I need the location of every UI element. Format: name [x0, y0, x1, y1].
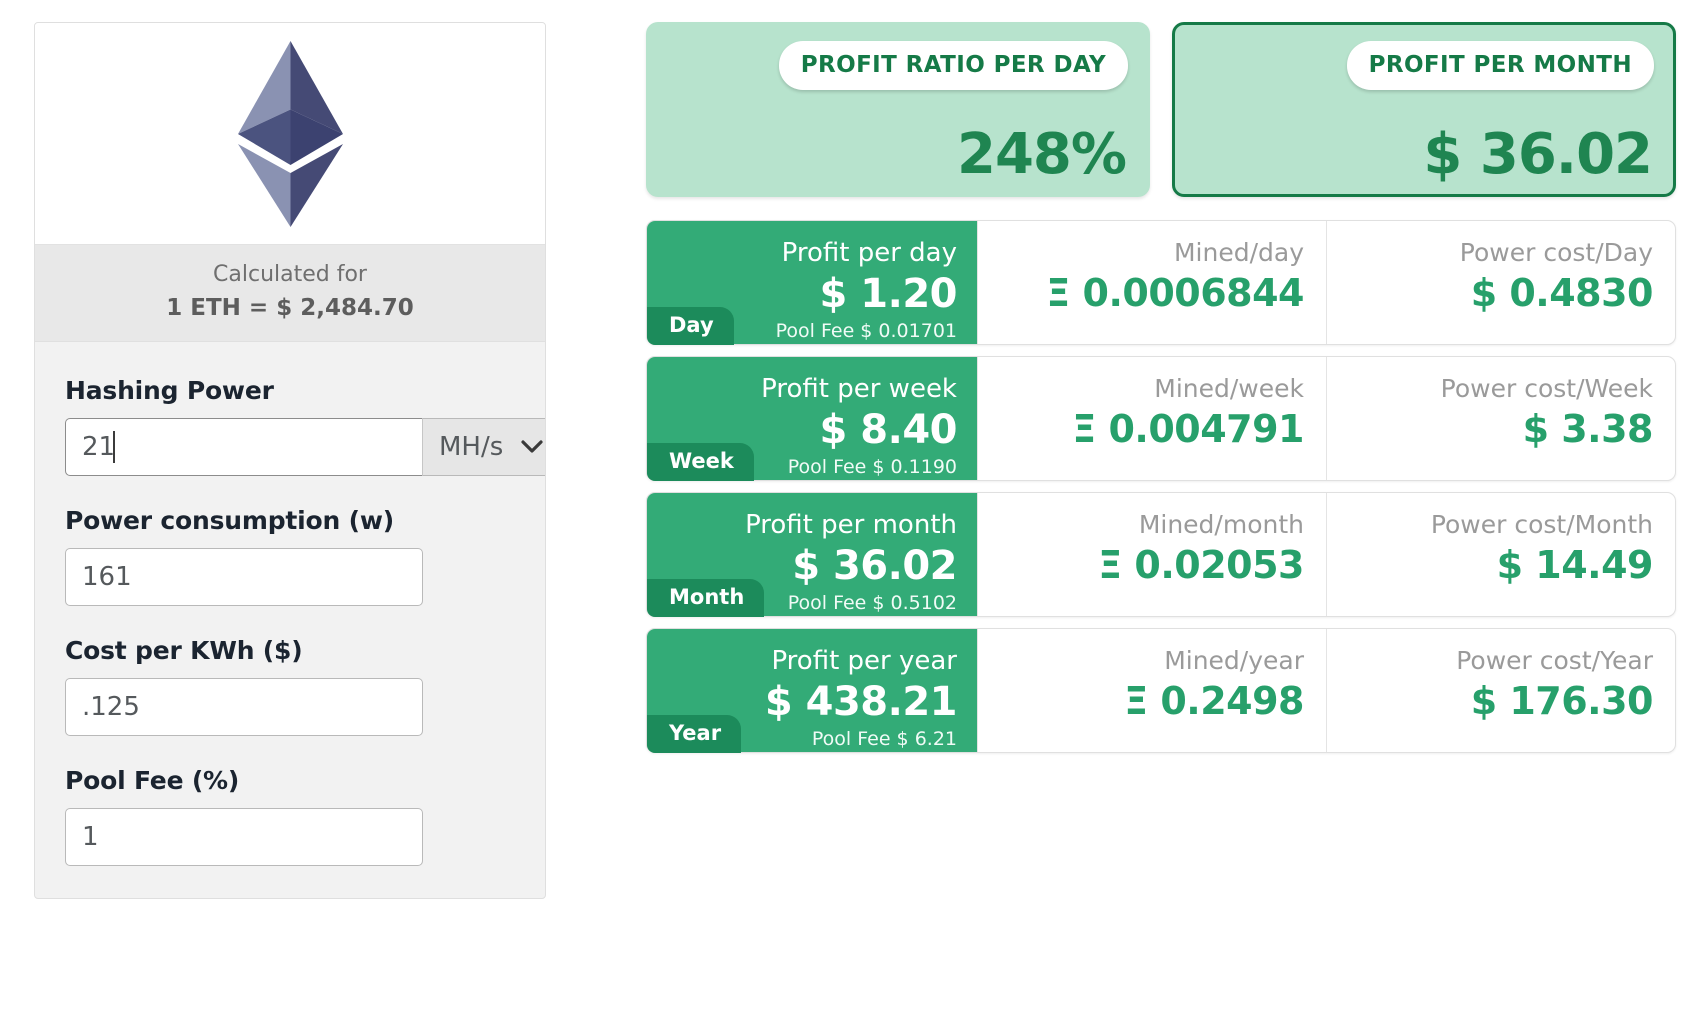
power-cost-label: Power cost/Month: [1430, 510, 1653, 539]
mined-label: Mined/day: [1173, 238, 1304, 267]
power-cost-cell: Power cost/Year $ 176.30: [1326, 629, 1675, 752]
power-cost-cell: Power cost/Day $ 0.4830: [1326, 221, 1675, 344]
profit-cell: Profit per month $ 36.02 Pool Fee $ 0.51…: [647, 493, 977, 617]
field-pool-fee: Pool Fee (%): [65, 766, 515, 866]
cost-per-kwh-input[interactable]: [65, 677, 423, 736]
hashing-power-input[interactable]: [65, 417, 422, 476]
table-row: Profit per month $ 36.02 Pool Fee $ 0.51…: [646, 492, 1676, 617]
mined-value: Ξ 0.004791: [1072, 406, 1304, 451]
text-caret: [113, 430, 115, 463]
hashing-unit-select[interactable]: MH/s: [422, 417, 545, 476]
summary-card-value: $ 36.02: [1423, 122, 1653, 187]
mined-label: Mined/year: [1164, 646, 1304, 675]
power-cost-value: $ 0.4830: [1470, 270, 1654, 315]
profit-label: Profit per year: [771, 646, 957, 676]
summary-card-profit-per-month[interactable]: PROFIT PER MONTH $ 36.02: [1172, 22, 1676, 197]
profit-cell: Profit per day $ 1.20 Pool Fee $ 0.01701…: [647, 221, 977, 345]
mined-value: Ξ 0.0006844: [1046, 270, 1304, 315]
power-cost-cell: Power cost/Month $ 14.49: [1326, 493, 1675, 616]
summary-card-profit-ratio-per-day[interactable]: PROFIT RATIO PER DAY 248%: [646, 22, 1150, 197]
input-fields: Hashing Power MH/s: [35, 342, 545, 866]
summary-card-value: 248%: [956, 122, 1127, 187]
result-rows: Profit per day $ 1.20 Pool Fee $ 0.01701…: [646, 220, 1676, 753]
summary-card-label: PROFIT PER MONTH: [1346, 41, 1654, 90]
field-hashing-power: Hashing Power MH/s: [65, 375, 545, 476]
hashing-power-row: MH/s: [65, 417, 545, 476]
exchange-rate-value: 1 ETH = $ 2,484.70: [166, 294, 414, 321]
mined-value: Ξ 0.02053: [1098, 542, 1304, 587]
mined-value: Ξ 0.2498: [1124, 678, 1304, 723]
period-badge: Week: [647, 442, 754, 481]
calculator-card: Calculated for 1 ETH = $ 2,484.70 Hashin…: [34, 22, 546, 899]
power-consumption-input[interactable]: [65, 547, 423, 606]
profit-cell: Profit per year $ 438.21 Pool Fee $ 6.21…: [647, 629, 977, 753]
pool-fee-label: Pool Fee (%): [65, 765, 240, 795]
results-panel: PROFIT RATIO PER DAY 248% PROFIT PER MON…: [546, 22, 1686, 1012]
mined-cell: Mined/month Ξ 0.02053: [977, 493, 1326, 616]
pool-fee-input[interactable]: [65, 807, 423, 866]
hashing-power-input-wrap: [65, 417, 422, 476]
profit-label: Profit per day: [781, 238, 957, 268]
hashing-power-label: Hashing Power: [65, 375, 274, 405]
power-cost-cell: Power cost/Week $ 3.38: [1326, 357, 1675, 480]
profit-label: Profit per month: [745, 510, 957, 540]
summary-card-label: PROFIT RATIO PER DAY: [778, 41, 1128, 90]
power-cost-label: Power cost/Week: [1440, 374, 1653, 403]
power-cost-value: $ 3.38: [1522, 406, 1654, 451]
profit-label: Profit per week: [761, 374, 957, 404]
mined-label: Mined/week: [1154, 374, 1304, 403]
mining-profit-calculator-page: Calculated for 1 ETH = $ 2,484.70 Hashin…: [0, 0, 1704, 1012]
field-power-consumption: Power consumption (w): [65, 506, 515, 606]
cost-per-kwh-label: Cost per KWh ($): [65, 635, 303, 665]
mined-cell: Mined/day Ξ 0.0006844: [977, 221, 1326, 344]
period-badge: Year: [647, 714, 742, 753]
calculated-for-label: Calculated for: [213, 262, 367, 287]
profit-cell: Profit per week $ 8.40 Pool Fee $ 0.1190…: [647, 357, 977, 481]
period-badge: Day: [647, 306, 734, 345]
table-row: Profit per day $ 1.20 Pool Fee $ 0.01701…: [646, 220, 1676, 345]
table-row: Profit per week $ 8.40 Pool Fee $ 0.1190…: [646, 356, 1676, 481]
power-consumption-label: Power consumption (w): [65, 505, 394, 535]
coin-logo-container: [35, 23, 545, 245]
mined-cell: Mined/week Ξ 0.004791: [977, 357, 1326, 480]
period-badge: Month: [647, 578, 765, 617]
field-cost-per-kwh: Cost per KWh ($): [65, 636, 515, 736]
power-cost-value: $ 176.30: [1470, 678, 1654, 723]
calculator-panel: Calculated for 1 ETH = $ 2,484.70 Hashin…: [34, 22, 546, 1012]
hashing-unit-value: MH/s: [439, 431, 504, 462]
power-cost-label: Power cost/Day: [1459, 238, 1653, 267]
summary-cards: PROFIT RATIO PER DAY 248% PROFIT PER MON…: [646, 22, 1676, 197]
mined-label: Mined/month: [1138, 510, 1304, 539]
mined-cell: Mined/year Ξ 0.2498: [977, 629, 1326, 752]
power-cost-label: Power cost/Year: [1456, 646, 1653, 675]
power-cost-value: $ 14.49: [1496, 542, 1654, 587]
chevron-down-icon: [521, 440, 543, 453]
calculated-for-block: Calculated for 1 ETH = $ 2,484.70: [35, 245, 545, 342]
ethereum-logo: [237, 40, 343, 227]
table-row: Profit per year $ 438.21 Pool Fee $ 6.21…: [646, 628, 1676, 753]
